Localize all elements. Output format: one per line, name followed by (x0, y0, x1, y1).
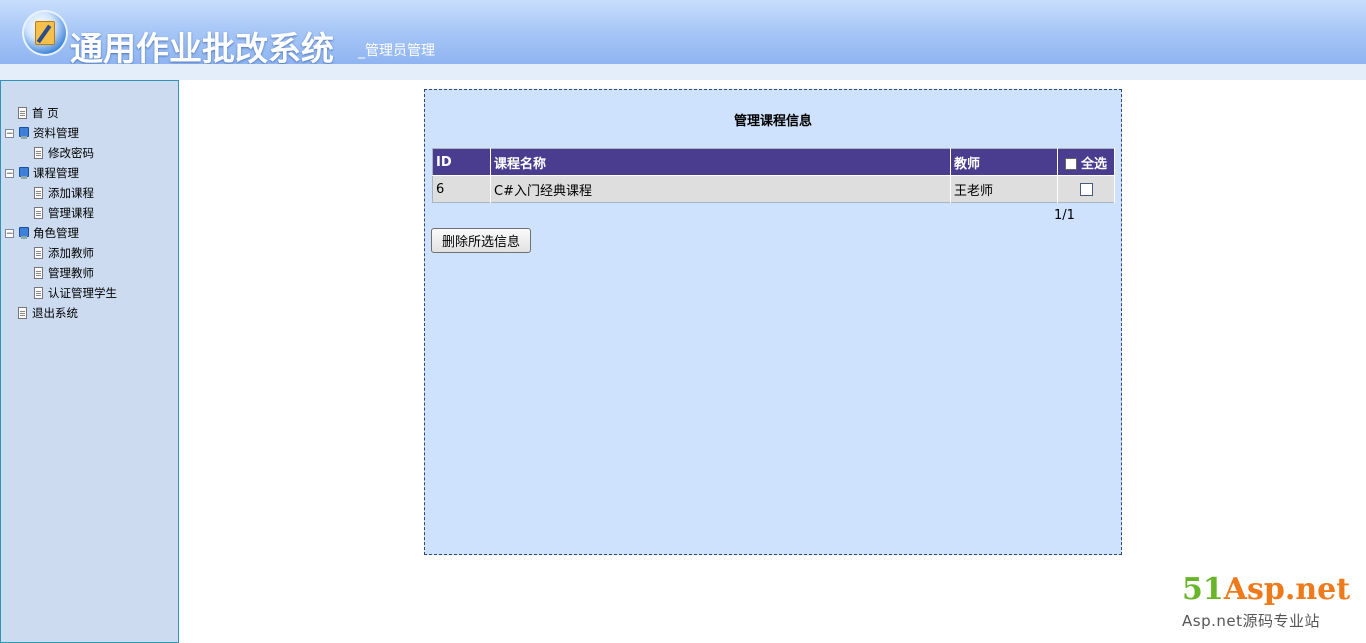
app-logo-icon (22, 10, 68, 56)
document-icon (34, 147, 43, 159)
row-checkbox[interactable] (1079, 182, 1093, 196)
table-header-row: ID 课程名称 教师 全选 (432, 148, 1115, 176)
sidebar-item[interactable]: − 资料管理 (5, 123, 117, 143)
sidebar-item-label: 首 页 (32, 106, 59, 120)
sidebar-item-label: 添加教师 (48, 246, 94, 260)
sidebar-item-label: 添加课程 (48, 186, 94, 200)
table-row: 6 C#入门经典课程 王老师 (432, 175, 1115, 203)
computer-icon (18, 126, 29, 140)
watermark-brand-name: Asp.net (1223, 572, 1351, 607)
sidebar-item-label: 管理教师 (48, 266, 94, 280)
watermark-logo: 51Asp.net (1182, 572, 1350, 607)
column-header-course-name[interactable]: 课程名称 (490, 148, 951, 176)
sidebar-item[interactable]: − 课程管理 (5, 163, 117, 183)
computer-icon (18, 226, 29, 240)
sidebar-item-label: 认证管理学生 (48, 286, 117, 300)
sidebar-item-label: 角色管理 (33, 226, 79, 240)
select-all-checkbox[interactable] (1064, 158, 1077, 170)
document-icon (34, 267, 43, 279)
document-icon (34, 187, 43, 199)
sidebar-item-label: 资料管理 (33, 126, 79, 140)
app-title: 通用作业批改系统 (70, 29, 334, 68)
sidebar-item[interactable]: 首 页 (5, 103, 117, 123)
collapse-toggle-icon[interactable]: − (5, 228, 14, 238)
sidebar-item-label: 退出系统 (32, 306, 78, 320)
collapse-toggle-icon[interactable]: − (5, 168, 14, 178)
cell-id: 6 (432, 175, 491, 203)
document-icon (18, 307, 27, 319)
sidebar-item[interactable]: 修改密码 (5, 143, 117, 163)
sidebar-item[interactable]: − 角色管理 (5, 223, 117, 243)
column-header-select-all: 全选 (1057, 148, 1115, 176)
sidebar-item[interactable]: 退出系统 (5, 303, 117, 323)
collapse-toggle-icon[interactable]: − (5, 128, 14, 138)
sidebar-item[interactable]: 添加课程 (5, 183, 117, 203)
column-header-teacher[interactable]: 教师 (950, 148, 1058, 176)
sidebar-item-label: 管理课程 (48, 206, 94, 220)
watermark-tagline: Asp.net源码专业站 (1182, 612, 1320, 630)
sidebar-item[interactable]: 管理教师 (5, 263, 117, 283)
delete-selected-button[interactable]: 删除所选信息 (431, 228, 531, 253)
main-panel: 管理课程信息 ID 课程名称 教师 全选 6 C#入门经典课程 王老师 1/1 删除… (424, 89, 1122, 555)
sidebar: 首 页 − 资料管理修改密码 − 课程管理添加课程管理课程 − 角色管理添加教师管理教师认证… (0, 80, 179, 643)
document-icon (34, 247, 43, 259)
sidebar-item[interactable]: 添加教师 (5, 243, 117, 263)
watermark-brand-number: 51 (1182, 572, 1224, 607)
column-header-id[interactable]: ID (432, 148, 491, 176)
header-band (0, 64, 1366, 80)
computer-icon (18, 166, 29, 180)
select-all-label: 全选 (1080, 156, 1107, 172)
page-title: 管理课程信息 (733, 114, 812, 129)
sidebar-item-label: 修改密码 (48, 146, 94, 160)
sidebar-item[interactable]: 管理课程 (5, 203, 117, 223)
cell-teacher: 王老师 (950, 175, 1058, 203)
course-table: ID 课程名称 教师 全选 6 C#入门经典课程 王老师 (432, 148, 1115, 203)
document-icon (18, 107, 27, 119)
pagination-indicator: 1/1 (1054, 208, 1075, 223)
document-icon (34, 207, 43, 219)
header: 通用作业批改系统 _管理员管理 (0, 0, 1366, 68)
nav-tree: 首 页 − 资料管理修改密码 − 课程管理添加课程管理课程 − 角色管理添加教师管理教师认证… (5, 103, 117, 323)
document-icon (34, 287, 43, 299)
sidebar-item-label: 课程管理 (33, 166, 79, 180)
cell-course-name: C#入门经典课程 (490, 175, 951, 203)
sidebar-item[interactable]: 认证管理学生 (5, 283, 117, 303)
app-subtitle: _管理员管理 (358, 43, 435, 59)
cell-select (1057, 175, 1115, 203)
